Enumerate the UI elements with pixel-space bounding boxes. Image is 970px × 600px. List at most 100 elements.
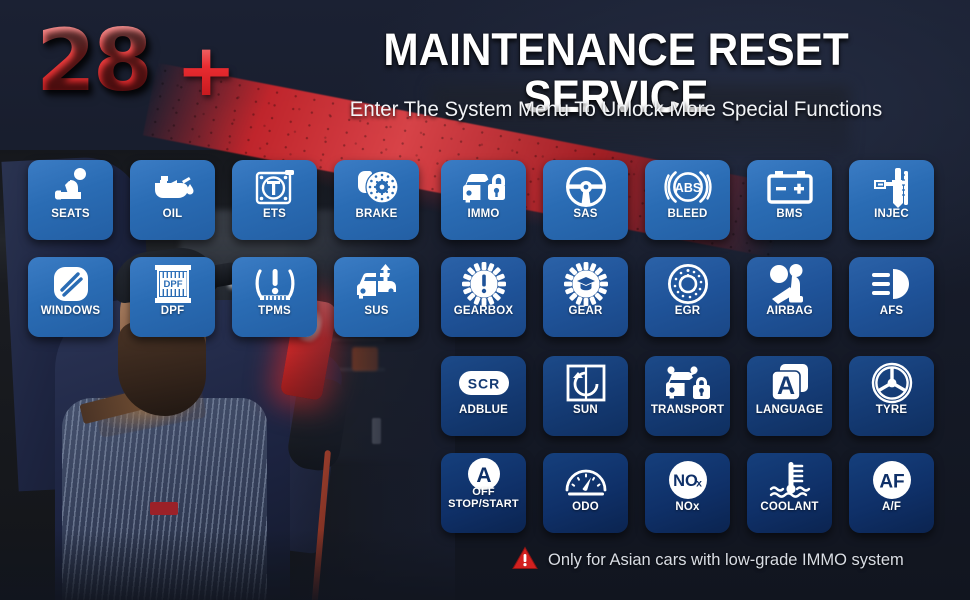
tile-injec[interactable]: INJEC	[849, 160, 934, 240]
scr-adblue-icon: SCR	[441, 356, 526, 404]
tile-ets[interactable]: ETS	[232, 160, 317, 240]
tile-label: LANGUAGE	[755, 404, 824, 416]
window-icon	[28, 257, 113, 305]
tile-label: AFS	[879, 305, 904, 317]
banner-header: 28 + MAINTENANCE RESET SERVICE Enter The…	[0, 0, 970, 150]
tile-label: ADBLUE	[458, 404, 509, 416]
tile-label: IMMO	[467, 208, 500, 220]
tile-off-stop-start[interactable]: A OFF STOP/START	[441, 453, 526, 533]
oil-can-icon	[130, 160, 215, 208]
tile-label: COOLANT	[760, 501, 819, 513]
tile-brake[interactable]: BRAKE	[334, 160, 419, 240]
tile-airbag[interactable]: AIRBAG	[747, 257, 832, 337]
car-lock-icon	[441, 160, 526, 208]
airbag-icon	[747, 257, 832, 305]
tile-label: A/F	[881, 501, 902, 513]
svg-text:NO: NO	[673, 472, 698, 490]
tile-immo[interactable]: IMMO	[441, 160, 526, 240]
sunroof-icon	[543, 356, 628, 404]
abs-icon: ABS	[645, 160, 730, 208]
gear-learn-icon	[543, 257, 628, 306]
tile-a-f[interactable]: AF A/F	[849, 453, 934, 533]
tile-nox[interactable]: NO x NOx	[645, 453, 730, 533]
tile-label: INJEC	[874, 208, 909, 220]
svg-text:A: A	[476, 464, 491, 487]
car-transport-icon	[645, 356, 730, 404]
tile-odo[interactable]: ODO	[543, 453, 628, 533]
tile-bleed[interactable]: ABS BLEED	[645, 160, 730, 240]
ets-throttle-icon	[232, 160, 317, 208]
tile-label: SUS	[364, 305, 389, 317]
nox-icon: NO x	[645, 453, 730, 501]
language-a-icon: A	[747, 356, 832, 404]
tile-bms[interactable]: BMS	[747, 160, 832, 240]
gear-warning-icon	[441, 257, 526, 306]
dpf-filter-icon: DPF	[130, 257, 215, 305]
tile-label: ODO	[572, 501, 599, 513]
tile-label: TRANSPORT	[650, 404, 725, 416]
svg-text:ABS: ABS	[674, 181, 700, 195]
tile-transport[interactable]: TRANSPORT	[645, 356, 730, 436]
tile-tyre[interactable]: TYRE	[849, 356, 934, 436]
auto-stop-start-icon: A	[441, 453, 526, 490]
tile-windows[interactable]: WINDOWS	[28, 257, 113, 337]
odometer-icon	[543, 453, 628, 501]
promo-banner: 28 + MAINTENANCE RESET SERVICE Enter The…	[0, 0, 970, 600]
steering-wheel-icon	[543, 160, 628, 208]
af-ratio-icon: AF	[849, 453, 934, 501]
svg-text:SCR: SCR	[467, 376, 500, 392]
tile-sus[interactable]: SUS	[334, 257, 419, 337]
svg-text:DPF: DPF	[163, 279, 182, 290]
count-plus-sign: +	[176, 28, 237, 112]
tile-afs[interactable]: AFS	[849, 257, 934, 337]
car-seat-icon	[28, 160, 113, 208]
tile-sun[interactable]: SUN	[543, 356, 628, 436]
tile-label: WINDOWS	[40, 305, 101, 317]
suspension-icon	[334, 257, 419, 305]
tile-label: BLEED	[667, 208, 708, 220]
svg-text:x: x	[696, 478, 702, 490]
footnote: Only for Asian cars with low-grade IMMO …	[512, 546, 952, 575]
tile-label: BMS	[776, 208, 803, 220]
tile-label: GEAR	[568, 305, 603, 317]
tile-tpms[interactable]: TPMS	[232, 257, 317, 337]
egr-valve-icon	[645, 257, 730, 305]
brake-disc-icon	[334, 160, 419, 208]
tile-coolant[interactable]: COOLANT	[747, 453, 832, 533]
tile-seats[interactable]: SEATS	[28, 160, 113, 240]
tile-language[interactable]: A LANGUAGE	[747, 356, 832, 436]
tire-pressure-icon	[232, 257, 317, 305]
tile-label: NOx	[675, 501, 700, 513]
warning-triangle-icon	[512, 546, 538, 575]
headlight-icon	[849, 257, 934, 305]
tile-label: OFF STOP/START	[448, 486, 519, 510]
tile-label: GEARBOX	[453, 305, 514, 317]
tile-sas[interactable]: SAS	[543, 160, 628, 240]
tile-label: AIRBAG	[766, 305, 813, 317]
tile-gear[interactable]: GEAR	[543, 257, 628, 337]
tile-label: TYRE	[875, 404, 908, 416]
tile-label: BRAKE	[355, 208, 398, 220]
coolant-temp-icon	[747, 453, 832, 501]
tile-gearbox[interactable]: GEARBOX	[441, 257, 526, 337]
svg-text:AF: AF	[879, 472, 904, 493]
page-subtitle: Enter The System Menu To Unlock More Spe…	[349, 98, 883, 121]
tile-label: SUN	[573, 404, 598, 416]
wheel-icon	[849, 356, 934, 404]
tile-label: EGR	[674, 305, 701, 317]
battery-icon	[747, 160, 832, 208]
tile-label: SAS	[573, 208, 598, 220]
tile-adblue[interactable]: SCR ADBLUE	[441, 356, 526, 436]
footnote-text: Only for Asian cars with low-grade IMMO …	[548, 551, 904, 569]
tile-label: ETS	[263, 208, 286, 220]
svg-text:A: A	[776, 372, 794, 400]
tile-dpf[interactable]: DPF DPF	[130, 257, 215, 337]
tile-egr[interactable]: EGR	[645, 257, 730, 337]
count-number: 28	[36, 11, 153, 111]
tile-label: DPF	[160, 305, 185, 317]
injector-icon	[849, 160, 934, 208]
tile-label: SEATS	[51, 208, 90, 220]
tile-label: OIL	[162, 208, 183, 220]
tile-oil[interactable]: OIL	[130, 160, 215, 240]
tile-label: TPMS	[258, 305, 291, 317]
